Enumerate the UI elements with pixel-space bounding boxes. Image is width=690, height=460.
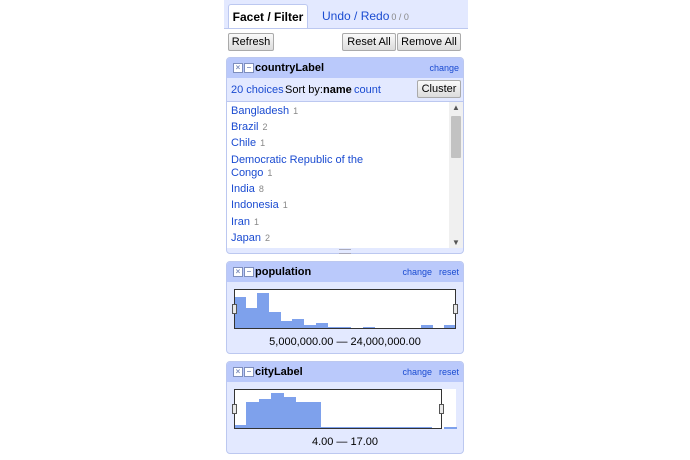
right-slider-handle[interactable] [439,404,444,414]
left-slider-handle[interactable] [232,304,237,314]
list-item[interactable]: Brazil 2 [231,121,268,134]
refresh-button[interactable]: Refresh [228,33,274,51]
histogram-bar [443,427,457,429]
item-count: 1 [253,217,259,227]
item-count: 8 [258,184,264,194]
facet-population: × – population change reset 5,000,000.00… [226,261,464,354]
change-link[interactable]: change [402,267,432,277]
range-readout: 4.00 — 17.00 [311,436,379,448]
cluster-button[interactable]: Cluster [417,80,461,98]
sort-name-option[interactable]: name [323,84,352,96]
tab-undo-redo[interactable]: Undo / Redo 0 / 0 [322,4,409,28]
choices-bar: 20 choices Sort by: name count Cluster [227,78,463,101]
city-label-histogram[interactable] [232,389,457,429]
selection-range[interactable] [234,289,456,329]
facet-header: × – cityLabel change reset [227,362,463,382]
change-link[interactable]: change [402,367,432,377]
item-label: Chile [231,137,257,149]
facet-header: × – population change reset [227,262,463,282]
sort-by-label: Sort by: [285,84,323,96]
minimize-icon[interactable]: – [244,367,254,377]
tab-facet-filter[interactable]: Facet / Filter [228,4,308,28]
list-item[interactable]: India 8 [231,183,264,196]
item-label: Brazil [231,121,259,133]
undo-count: 0 / 0 [391,12,409,22]
item-count: 2 [264,233,270,243]
list-item[interactable]: Chile 1 [231,137,265,150]
reset-link[interactable]: reset [439,267,459,277]
list-item[interactable]: Iran 1 [231,216,259,229]
scroll-thumb[interactable] [451,116,461,158]
left-slider-handle[interactable] [232,404,237,414]
facet-title: population [255,266,312,278]
tab-undo-redo-label: Undo / Redo [322,9,390,23]
item-count: 2 [262,122,268,132]
scroll-up-icon[interactable]: ▲ [452,103,460,112]
selection-range[interactable] [234,389,442,429]
list-item[interactable]: Bangladesh 1 [231,105,298,118]
remove-all-button[interactable]: Remove All [397,33,461,51]
reset-all-button[interactable]: Reset All [342,33,396,51]
resize-grip-icon[interactable] [339,249,351,254]
item-count: 1 [267,168,273,178]
list-item[interactable]: Indonesia 1 [231,199,288,212]
close-icon[interactable]: × [233,63,243,73]
item-count: 1 [260,138,266,148]
list-item[interactable]: Democratic Republic of the Congo 1 [231,154,363,180]
item-label: India [231,183,255,195]
close-icon[interactable]: × [233,367,243,377]
choices-list: Bangladesh 1 Brazil 2 Chile 1 Democratic Re… [227,101,463,248]
minimize-icon[interactable]: – [244,63,254,73]
item-label-line2: Congo [231,167,264,179]
close-icon[interactable]: × [233,267,243,277]
item-label: Iran [231,216,250,228]
facet-title: countryLabel [255,62,325,74]
item-count: 1 [293,106,299,116]
list-item[interactable]: Japan 2 [231,232,270,245]
item-label: Democratic Republic of the [231,154,364,166]
minimize-icon[interactable]: – [244,267,254,277]
facet-header: × – countryLabel change [227,58,463,78]
facet-city-label: × – cityLabel change reset 4.00 — 17.00 [226,361,464,454]
range-readout: 5,000,000.00 — 24,000,000.00 [269,336,421,348]
choices-count[interactable]: 20 choices [231,84,284,96]
item-label: Japan [231,232,261,244]
tab-bar: Facet / Filter Undo / Redo 0 / 0 [224,0,468,29]
facet-panel: Facet / Filter Undo / Redo 0 / 0 Refresh … [224,0,468,460]
item-label: Indonesia [231,199,279,211]
item-count: 1 [282,200,288,210]
scroll-down-icon[interactable]: ▼ [452,238,460,247]
right-slider-handle[interactable] [453,304,458,314]
change-link[interactable]: change [429,63,459,73]
reset-link[interactable]: reset [439,367,459,377]
facet-title: cityLabel [255,366,303,378]
item-label: Bangladesh [231,105,290,117]
facet-country-label: × – countryLabel change 20 choices Sort … [226,57,464,254]
population-histogram[interactable] [232,289,458,329]
sort-count-option[interactable]: count [354,84,381,96]
scrollbar[interactable]: ▲ ▼ [449,102,463,248]
